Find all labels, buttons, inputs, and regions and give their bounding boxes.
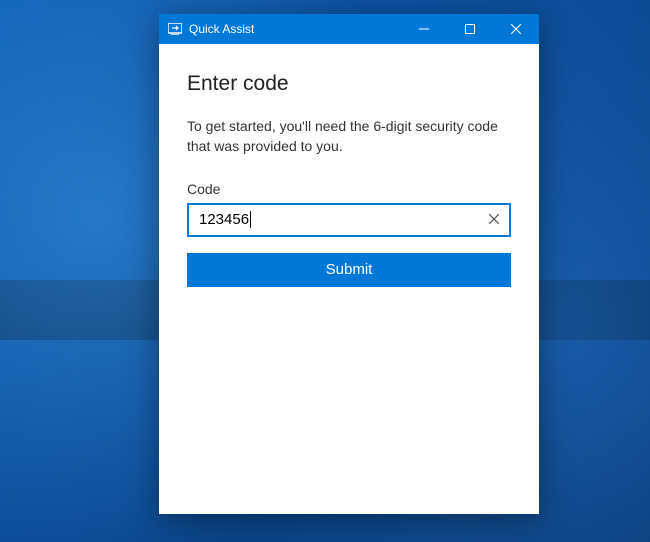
- minimize-button[interactable]: [401, 14, 447, 44]
- quick-assist-icon: [167, 21, 183, 37]
- app-title: Quick Assist: [189, 22, 254, 36]
- clear-input-button[interactable]: [479, 205, 509, 235]
- code-input[interactable]: [187, 203, 511, 237]
- code-input-wrap: [187, 203, 511, 237]
- close-icon: [489, 212, 499, 227]
- maximize-button[interactable]: [447, 14, 493, 44]
- page-heading: Enter code: [187, 72, 511, 96]
- submit-button[interactable]: Submit: [187, 253, 511, 287]
- window-controls: [401, 14, 539, 44]
- text-caret: [250, 211, 251, 228]
- code-label: Code: [187, 181, 511, 197]
- page-description: To get started, you'll need the 6-digit …: [187, 116, 511, 157]
- content-area: Enter code To get started, you'll need t…: [159, 44, 539, 287]
- close-button[interactable]: [493, 14, 539, 44]
- titlebar[interactable]: Quick Assist: [159, 14, 539, 44]
- quick-assist-window: Quick Assist Enter code To get started, …: [159, 14, 539, 514]
